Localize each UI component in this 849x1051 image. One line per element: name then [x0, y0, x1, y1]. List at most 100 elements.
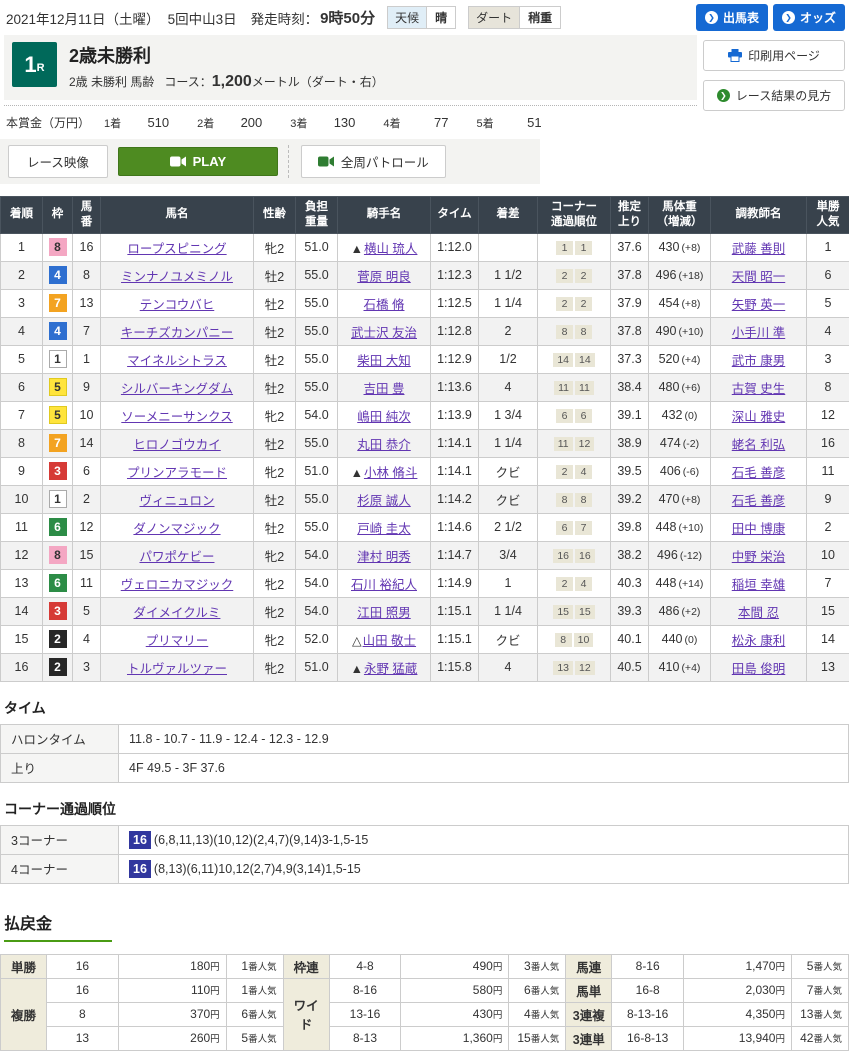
corner-position: 2	[556, 297, 573, 311]
body-weight: 496	[656, 268, 677, 282]
corner-position: 2	[556, 269, 573, 283]
odds-button[interactable]: ❯ オッズ	[773, 4, 845, 31]
trainer-link[interactable]: 稲垣 幸雄	[732, 578, 785, 592]
payout-combo: 16-8-13	[612, 1026, 684, 1050]
jockey-link[interactable]: 永野 猛蔵	[364, 662, 417, 676]
horse-name-link[interactable]: パワポケビー	[139, 550, 214, 564]
trainer-link[interactable]: 田島 俊明	[732, 662, 785, 676]
jockey-link[interactable]: 武士沢 友治	[351, 326, 417, 340]
jockey-link[interactable]: 丸田 恭介	[357, 438, 410, 452]
trainer-link[interactable]: 石毛 善彦	[732, 466, 785, 480]
results-guide-button[interactable]: ❯ レース結果の見方	[703, 80, 845, 111]
sex-age: 牝2	[254, 653, 296, 681]
start-time-value: 9時50分	[320, 7, 375, 28]
trainer-link[interactable]: 本間 忍	[738, 606, 779, 620]
print-page-button[interactable]: 印刷用ページ	[703, 40, 845, 71]
horse-name-link[interactable]: マイネルシトラス	[127, 354, 227, 368]
jockey-link[interactable]: 戸崎 圭太	[357, 522, 410, 536]
horse-name-link[interactable]: ソーメニーサンクス	[121, 410, 232, 424]
trainer-link[interactable]: 武市 康男	[732, 354, 785, 368]
trainer-link[interactable]: 石毛 善彦	[732, 494, 785, 508]
result-row: 3713テンコウバヒ牡255.0石橋 脩1:12.51 1/42237.9454…	[1, 289, 849, 317]
jockey-link[interactable]: 吉田 豊	[364, 382, 405, 396]
horse-name-link[interactable]: プリンアラモード	[127, 466, 227, 480]
body-weight-cell: 448(+10)	[649, 513, 711, 541]
body-weight-cell: 410(+4)	[649, 653, 711, 681]
jockey-link[interactable]: 柴田 大知	[357, 354, 410, 368]
horse-name-cell: トルヴァルツァー	[101, 653, 254, 681]
corner-order-cell: 88	[538, 485, 611, 513]
printer-icon	[728, 49, 742, 62]
patrol-video-button[interactable]: 全周パトロール	[301, 145, 446, 178]
frame-number-badge: 5	[49, 378, 67, 396]
horse-name-link[interactable]: ミンナノユメミノル	[121, 270, 233, 284]
body-weight: 432	[662, 408, 683, 422]
corner-order-cell: 24	[538, 457, 611, 485]
jockey-link[interactable]: 嶋田 純次	[357, 410, 410, 424]
horse-name-link[interactable]: ヒロノゴウカイ	[133, 438, 221, 452]
jockey-link[interactable]: 石橋 脩	[364, 298, 405, 312]
sex-age: 牝2	[254, 597, 296, 625]
finish-position: 4	[1, 317, 43, 345]
jockey-cell: 武士沢 友治	[338, 317, 431, 345]
horse-number: 5	[73, 597, 101, 625]
trainer-link[interactable]: 小手川 準	[732, 326, 785, 340]
corner-position: 6	[556, 521, 573, 535]
apprentice-mark: ▲	[351, 242, 363, 256]
trainer-link[interactable]: 松永 康利	[732, 634, 785, 648]
horse-name-link[interactable]: ダノンマジック	[133, 522, 220, 536]
horse-name-link[interactable]: キーチズカンパニー	[121, 326, 234, 340]
horse-name-link[interactable]: ヴィニュロン	[139, 494, 214, 508]
jockey-link[interactable]: 石川 裕紀人	[351, 578, 417, 592]
horse-name-link[interactable]: ロープスピニング	[127, 242, 226, 256]
horse-name-link[interactable]: トルヴァルツァー	[127, 662, 227, 676]
col-time: タイム	[431, 197, 479, 234]
trainer-link[interactable]: 武藤 善則	[732, 242, 785, 256]
jockey-link[interactable]: 横山 琉人	[364, 242, 417, 256]
jockey-link[interactable]: 小林 脩斗	[364, 466, 417, 480]
body-weight-diff: (+10)	[679, 326, 704, 338]
body-weight: 470	[659, 492, 680, 506]
play-button[interactable]: PLAY	[118, 147, 278, 176]
horse-number: 7	[73, 317, 101, 345]
result-row: 11612ダノンマジック牡255.0戸崎 圭太1:14.62 1/26739.8…	[1, 513, 849, 541]
horse-name-cell: プリンアラモード	[101, 457, 254, 485]
corner-position: 8	[556, 493, 573, 507]
trainer-link[interactable]: 古賀 史生	[732, 382, 785, 396]
trainer-link[interactable]: 矢野 英一	[732, 298, 785, 312]
finish-time: 1:12.5	[431, 289, 479, 317]
horse-number: 12	[73, 513, 101, 541]
trainer-link[interactable]: 田中 博康	[732, 522, 785, 536]
corner-position: 13	[553, 661, 573, 675]
odds-button-label: オッズ	[800, 9, 836, 26]
jockey-link[interactable]: 山田 敬士	[363, 634, 416, 648]
jockey-link[interactable]: 津村 明秀	[357, 550, 410, 564]
jockey-link[interactable]: 江田 照男	[357, 606, 410, 620]
payout-popularity: 5番人気	[791, 954, 848, 978]
jockey-cell: 吉田 豊	[338, 373, 431, 401]
trainer-link[interactable]: 天間 昭一	[732, 270, 785, 284]
course-distance: 1,200	[212, 73, 252, 90]
race-video-button[interactable]: レース映像	[8, 145, 108, 178]
jockey-link[interactable]: 菅原 明良	[357, 270, 410, 284]
horse-name-link[interactable]: プリマリー	[146, 634, 209, 648]
horse-name-link[interactable]: ダイメイクルミ	[134, 606, 221, 620]
horse-name-cell: ダノンマジック	[101, 513, 254, 541]
trainer-link[interactable]: 蛯名 利弘	[732, 438, 785, 452]
sex-age: 牡2	[254, 373, 296, 401]
jockey-link[interactable]: 杉原 誠人	[357, 494, 410, 508]
video-camera-icon	[170, 156, 186, 167]
finish-time: 1:15.1	[431, 597, 479, 625]
finish-time: 1:14.9	[431, 569, 479, 597]
results-body: 1816ロープスピニング牝251.0▲横山 琉人1:12.01137.6430(…	[1, 233, 849, 681]
win-favorite: 12	[807, 401, 849, 429]
horse-name-link[interactable]: ヴェロニカマジック	[121, 578, 234, 592]
horse-name-link[interactable]: テンコウバヒ	[140, 298, 215, 312]
entries-button[interactable]: ❯ 出馬表	[696, 4, 768, 31]
trainer-link[interactable]: 中野 栄治	[732, 550, 785, 564]
trainer-link[interactable]: 深山 雅史	[732, 410, 785, 424]
horse-name-link[interactable]: シルバーキングダム	[121, 382, 233, 396]
payout-type-wide: ワイド	[283, 978, 329, 1050]
col-jockey: 騎手名	[338, 197, 431, 234]
result-row: 1435ダイメイクルミ牝254.0江田 照男1:15.11 1/4151539.…	[1, 597, 849, 625]
